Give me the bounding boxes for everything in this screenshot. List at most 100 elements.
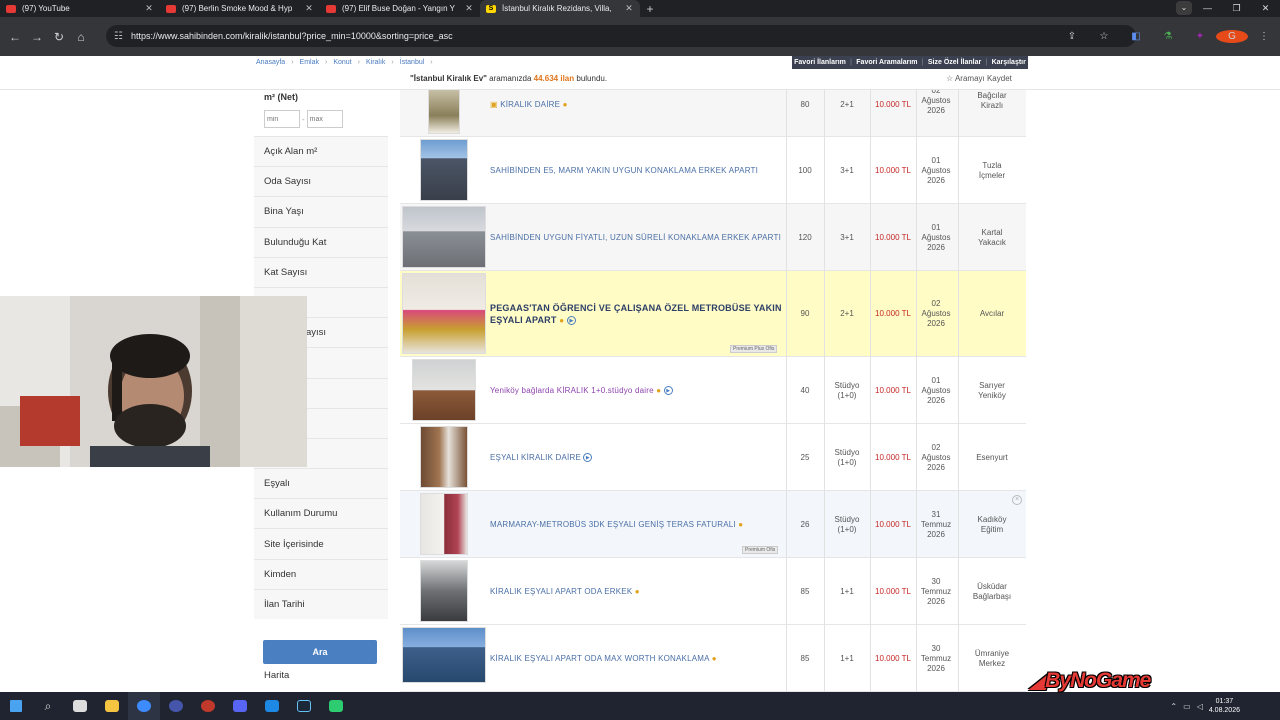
home-icon[interactable]: ⌂: [70, 30, 92, 44]
menu-icon[interactable]: ⋮: [1248, 31, 1280, 42]
filter-open-area[interactable]: Açık Alan m²: [254, 136, 388, 167]
breadcrumb-item[interactable]: İstanbul: [400, 59, 425, 66]
discord-icon[interactable]: [224, 692, 256, 720]
listing-photo[interactable]: [412, 359, 476, 421]
forward-icon[interactable]: →: [26, 30, 48, 44]
extension-puzzle-icon[interactable]: ✦: [1184, 31, 1216, 42]
save-search-button[interactable]: ☆ Aramayı Kaydet: [946, 74, 1012, 83]
close-icon[interactable]: ×: [1012, 495, 1022, 505]
filter-furnished[interactable]: Eşyalı: [254, 468, 388, 499]
search-icon[interactable]: ⌕: [32, 692, 64, 720]
share-icon[interactable]: ⇪: [1056, 31, 1088, 42]
listing-m2: 85: [800, 587, 810, 596]
site-info-icon[interactable]: ☷: [114, 31, 123, 42]
reload-icon[interactable]: ↻: [48, 30, 70, 44]
search-button[interactable]: Ara: [263, 640, 377, 664]
file-explorer-icon[interactable]: [96, 692, 128, 720]
filter-in-site[interactable]: Site İçerisinde: [254, 528, 388, 559]
listing-title[interactable]: MARMARAY-METROBÜS 3DK EŞYALI GENİŞ TERAS…: [490, 520, 743, 529]
minimize-icon[interactable]: —: [1193, 0, 1222, 17]
record-icon[interactable]: [192, 692, 224, 720]
close-tab-icon[interactable]: ✕: [304, 3, 314, 14]
listing-row[interactable]: Yeniköy bağlarda KİRALIK 1+0.stüdyo dair…: [400, 357, 1026, 424]
listing-photo[interactable]: [402, 206, 486, 268]
filter-listing-date[interactable]: İlan Tarihi: [254, 588, 388, 619]
compare-link[interactable]: Karşılaştır: [992, 59, 1026, 66]
browser-tab-bar: (97) YouTube ✕ (97) Berlin Smoke Mood & …: [0, 0, 1280, 17]
listing-row[interactable]: EŞYALI KİRALIK DAİRE ▶ 25 Stüdyo (1+0) 1…: [400, 424, 1026, 491]
app-icon[interactable]: [256, 692, 288, 720]
profile-avatar[interactable]: G: [1216, 30, 1248, 43]
breadcrumb-item[interactable]: Kiralık: [366, 59, 385, 66]
task-view-icon[interactable]: [64, 692, 96, 720]
browser-icon[interactable]: [128, 692, 160, 720]
listing-title[interactable]: ▣ KİRALIK DAİRE ●: [490, 100, 568, 109]
tab-search-icon[interactable]: ⌄: [1176, 1, 1192, 15]
steam-icon[interactable]: [288, 692, 320, 720]
listing-title[interactable]: SAHİBİNDEN E5, MARM YAKIN UYGUN KONAKLAM…: [490, 166, 758, 175]
windows-start-icon[interactable]: [0, 692, 32, 720]
listing-title[interactable]: KİRALIK EŞYALI APART ODA MAX WORTH KONAK…: [490, 654, 717, 663]
new-tab-icon[interactable]: +: [640, 2, 660, 16]
back-icon[interactable]: ←: [4, 30, 26, 44]
map-link[interactable]: Harita: [264, 670, 289, 681]
listing-photo[interactable]: [420, 139, 468, 201]
filter-usage-status[interactable]: Kullanım Durumu: [254, 498, 388, 529]
address-bar[interactable]: ☷ https://www.sahibinden.com/kiralik/ist…: [106, 25, 1136, 47]
filter-from-whom[interactable]: Kimden: [254, 558, 388, 589]
breadcrumb-item[interactable]: Konut: [333, 59, 351, 66]
filter-floor[interactable]: Bulunduğu Kat: [254, 226, 388, 257]
area-max-input[interactable]: [306, 110, 343, 128]
lab-icon[interactable]: ⚗: [1152, 31, 1184, 42]
filter-rooms[interactable]: Oda Sayısı: [254, 166, 388, 197]
listing-photo[interactable]: [420, 493, 468, 555]
breadcrumb-item[interactable]: Emlak: [300, 59, 319, 66]
close-tab-icon[interactable]: ✕: [464, 3, 474, 14]
listing-title[interactable]: EŞYALI KİRALIK DAİRE ▶: [490, 453, 593, 463]
app-green-icon[interactable]: [320, 692, 352, 720]
listing-row[interactable]: KİRALIK EŞYALI APART ODA MAX WORTH KONAK…: [400, 625, 1026, 692]
maximize-icon[interactable]: ❐: [1222, 0, 1251, 17]
listing-title[interactable]: KİRALIK EŞYALI APART ODA ERKEK ●: [490, 587, 640, 596]
browser-tab-active[interactable]: S İstanbul Kiralık Rezidans, Villa, ✕: [480, 0, 640, 17]
tray-chevron-icon[interactable]: ⌃: [1170, 702, 1177, 711]
obs-icon[interactable]: [160, 692, 192, 720]
listing-row[interactable]: SAHİBİNDEN E5, MARM YAKIN UYGUN KONAKLAM…: [400, 137, 1026, 204]
listing-title[interactable]: SAHİBİNDEN UYGUN FİYATLI, UZUN SÜRELİ KO…: [490, 233, 781, 242]
listing-title[interactable]: PEGAAS'TAN ÖĞRENCİ VE ÇALIŞANA ÖZEL METR…: [490, 302, 790, 327]
special-listings-link[interactable]: Size Özel İlanlar: [928, 59, 981, 66]
listing-photo[interactable]: [428, 90, 460, 134]
listing-title[interactable]: Yeniköy bağlarda KİRALIK 1+0.stüdyo dair…: [490, 386, 673, 396]
listing-row[interactable]: ▣ KİRALIK DAİRE ● 80 2+1 10.000 TL 02 Ağu…: [400, 90, 1026, 137]
youtube-icon: [326, 4, 336, 13]
close-tab-icon[interactable]: ✕: [624, 3, 634, 14]
listing-row[interactable]: SAHİBİNDEN UYGUN FİYATLI, UZUN SÜRELİ KO…: [400, 204, 1026, 271]
filter-floor-count[interactable]: Kat Sayısı: [254, 256, 388, 287]
listing-photo[interactable]: [420, 426, 468, 488]
close-window-icon[interactable]: ✕: [1251, 0, 1280, 17]
listing-row[interactable]: KİRALIK EŞYALI APART ODA ERKEK ● 85 1+1 …: [400, 558, 1026, 625]
listing-row-hovered[interactable]: MARMARAY-METROBÜS 3DK EŞYALI GENİŞ TERAS…: [400, 491, 1026, 558]
listing-price: 10.000 TL: [875, 386, 911, 395]
listing-location: Avcılar: [979, 309, 1005, 318]
filter-building-age[interactable]: Bina Yaşı: [254, 196, 388, 227]
sahibinden-icon: S: [486, 4, 496, 13]
network-icon[interactable]: ▭: [1183, 702, 1191, 711]
listing-photo[interactable]: [420, 560, 468, 622]
close-tab-icon[interactable]: ✕: [144, 3, 154, 14]
browser-tab[interactable]: (97) Elif Buse Doğan - Yangın Y ✕: [320, 0, 480, 17]
listing-photo[interactable]: [402, 627, 486, 683]
browser-tab[interactable]: (97) YouTube ✕: [0, 0, 160, 17]
listing-location: Üsküdar Bağlarbaşı: [972, 582, 1012, 601]
listing-photo[interactable]: [402, 273, 486, 354]
area-min-input[interactable]: [264, 110, 300, 128]
favorite-listings-link[interactable]: Favori İlanlarım: [794, 59, 846, 66]
favorite-searches-link[interactable]: Favori Aramalarım: [856, 59, 917, 66]
extension-icon[interactable]: ◧: [1120, 31, 1152, 42]
browser-tab[interactable]: (97) Berlin Smoke Mood & Hyp ✕: [160, 0, 320, 17]
clock[interactable]: 01:37 4.08.2026: [1209, 697, 1240, 715]
breadcrumb-item[interactable]: Anasayfa: [256, 59, 285, 66]
volume-icon[interactable]: ◁: [1197, 702, 1203, 711]
listing-row-highlighted[interactable]: PEGAAS'TAN ÖĞRENCİ VE ÇALIŞANA ÖZEL METR…: [400, 271, 1026, 357]
bookmark-icon[interactable]: ☆: [1088, 31, 1120, 42]
